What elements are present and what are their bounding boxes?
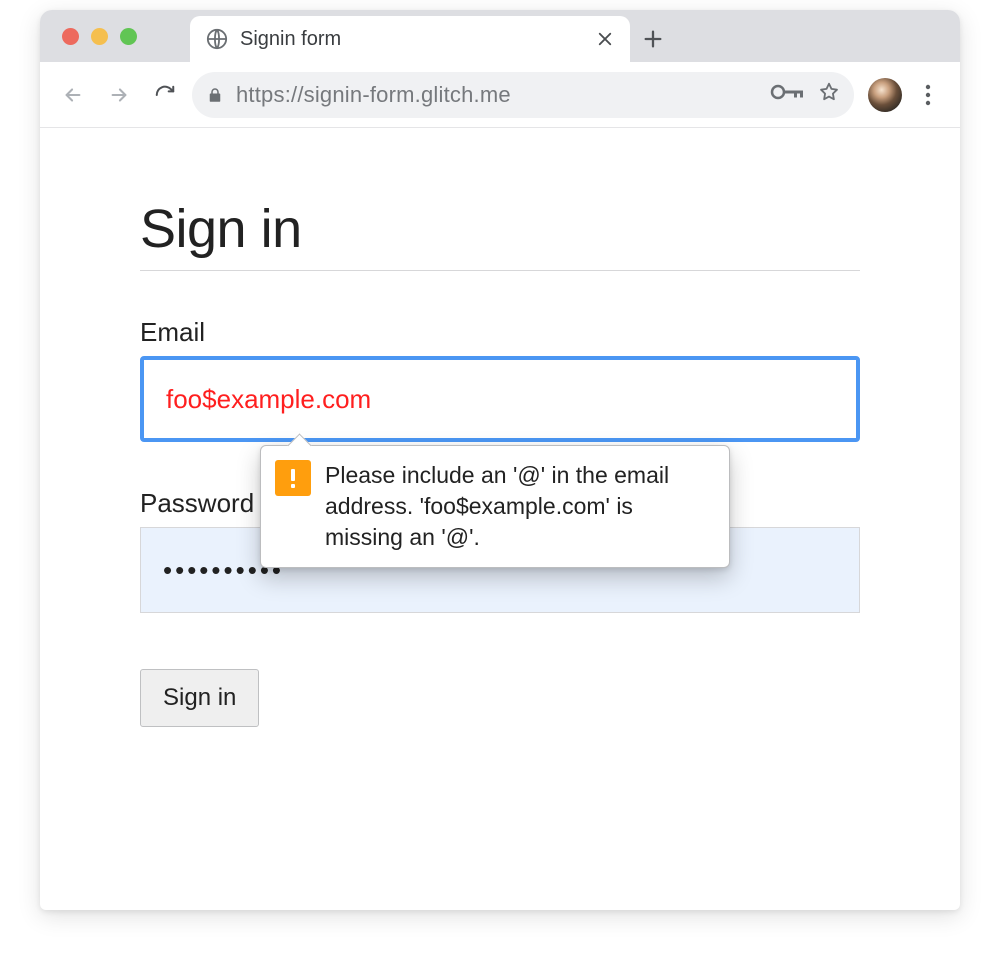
email-label: Email — [140, 317, 860, 348]
globe-icon — [206, 28, 228, 50]
page-content: Sign in Email foo$example.com Please inc… — [40, 128, 960, 767]
validation-message: Please include an '@' in the email addre… — [325, 460, 713, 553]
menu-button[interactable] — [910, 84, 946, 106]
email-input[interactable]: foo$example.com — [140, 356, 860, 442]
browser-tab[interactable]: Signin form — [190, 16, 630, 62]
lock-icon — [206, 86, 224, 104]
reload-button[interactable] — [146, 76, 184, 114]
close-window-button[interactable] — [62, 28, 79, 45]
browser-window: Signin form — [40, 10, 960, 910]
validation-tooltip: Please include an '@' in the email addre… — [260, 445, 730, 568]
password-key-icon[interactable] — [770, 83, 806, 106]
page-title: Sign in — [140, 198, 860, 271]
traffic-lights — [62, 28, 137, 45]
browser-toolbar: https://signin-form.glitch.me — [40, 62, 960, 128]
address-bar[interactable]: https://signin-form.glitch.me — [192, 72, 854, 118]
sign-in-button[interactable]: Sign in — [140, 669, 259, 727]
tab-strip: Signin form — [40, 10, 960, 62]
new-tab-button[interactable] — [630, 16, 676, 62]
bookmark-star-icon[interactable] — [818, 81, 840, 108]
warning-icon — [275, 460, 311, 496]
back-button[interactable] — [54, 76, 92, 114]
email-field-group: Email foo$example.com Please include an … — [140, 317, 860, 442]
close-tab-button[interactable] — [596, 30, 614, 48]
tab-title: Signin form — [240, 28, 584, 51]
minimize-window-button[interactable] — [91, 28, 108, 45]
profile-avatar[interactable] — [868, 78, 902, 112]
forward-button[interactable] — [100, 76, 138, 114]
email-input-value: foo$example.com — [166, 384, 371, 415]
url-text: https://signin-form.glitch.me — [236, 82, 758, 108]
maximize-window-button[interactable] — [120, 28, 137, 45]
